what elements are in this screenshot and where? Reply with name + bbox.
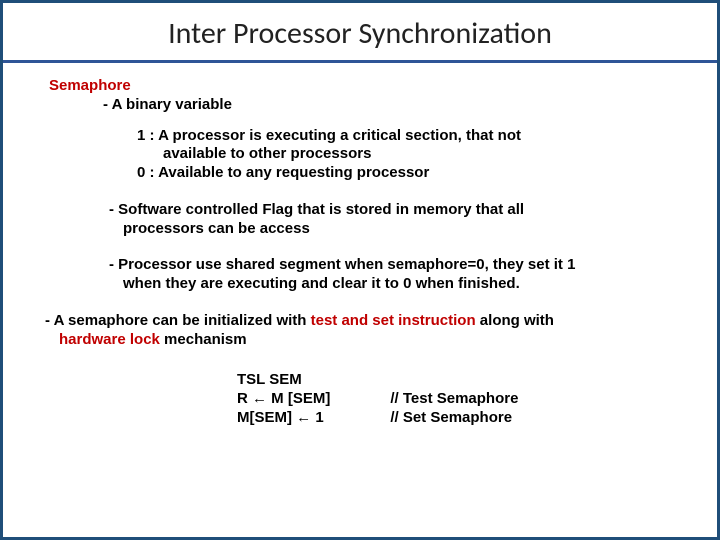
binary-variable-line: - A binary variable <box>103 96 693 115</box>
left-arrow-icon: ← <box>296 409 311 426</box>
para-init-a: - A semaphore can be initialized with te… <box>45 312 693 331</box>
para-shared-b: when they are executing and clear it to … <box>123 275 693 294</box>
slide-title: Inter Processor Synchronization <box>3 15 717 52</box>
slide-content: Semaphore - A binary variable 1 : A proc… <box>3 63 717 428</box>
para-flag-b: processors can be access <box>123 220 693 239</box>
para-flag-a: - Software controlled Flag that is store… <box>109 201 693 220</box>
test-and-set-text: test and set instruction <box>311 312 476 329</box>
tsl-line-2: R ← M [SEM] <box>237 390 330 409</box>
value-1-line-a: 1 : A processor is executing a critical … <box>137 127 693 146</box>
comment-set: // Set Semaphore <box>390 409 518 428</box>
tsl-code: TSL SEM R ← M [SEM] M[SEM] ← 1 <box>237 371 330 427</box>
init-b-post: mechanism <box>160 331 247 348</box>
value-1-line-b: available to other processors <box>163 145 693 164</box>
init-pre: - A semaphore can be initialized with <box>45 312 311 329</box>
para-init-b: hardware lock mechanism <box>59 331 693 350</box>
semaphore-heading: Semaphore <box>49 77 693 96</box>
hardware-lock-text: hardware lock <box>59 331 160 348</box>
tsl-line-3: M[SEM] ← 1 <box>237 409 330 428</box>
tsl-block: TSL SEM R ← M [SEM] M[SEM] ← 1 // Test S… <box>237 371 693 427</box>
value-0-line: 0 : Available to any requesting processo… <box>137 164 693 183</box>
comment-test: // Test Semaphore <box>390 390 518 409</box>
tsl-comments: // Test Semaphore // Set Semaphore <box>390 371 518 427</box>
init-post: along with <box>476 312 554 329</box>
para-shared-a: - Processor use shared segment when sema… <box>109 256 693 275</box>
tsl-line-1: TSL SEM <box>237 371 330 390</box>
slide: Inter Processor Synchronization Semaphor… <box>0 0 720 540</box>
left-arrow-icon: ← <box>252 390 267 407</box>
